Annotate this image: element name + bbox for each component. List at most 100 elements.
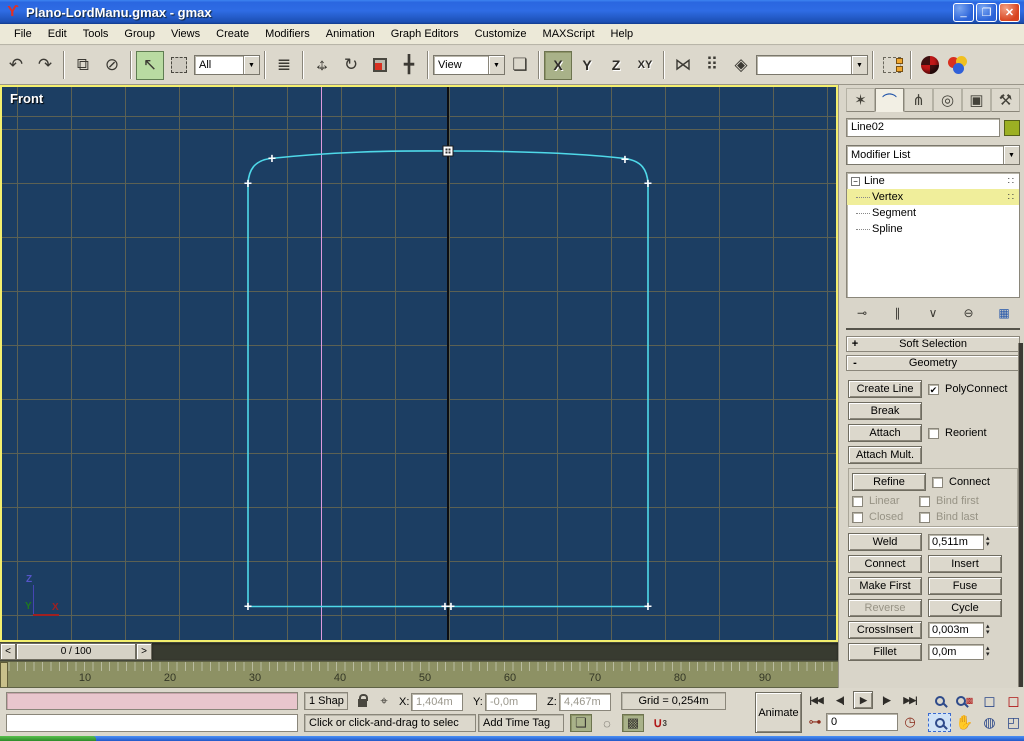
region-zoom-icon[interactable] (928, 713, 951, 732)
degradation-override-icon[interactable]: ❑ (570, 714, 592, 732)
attach-mult-button[interactable]: Attach Mult. (848, 446, 922, 464)
zoom-extents-icon[interactable]: ◻ (978, 691, 1001, 710)
cross-insert-spinner[interactable]: 0,003m ▴▾ (928, 622, 990, 638)
rectangular-selection-region-icon[interactable] (165, 51, 193, 80)
cross-insert-button[interactable]: CrossInsert (848, 621, 922, 639)
reference-coordinate-dropdown[interactable]: View ▼ (433, 55, 505, 75)
cycle-button[interactable]: Cycle (928, 599, 1002, 617)
fillet-spinner[interactable]: 0,0m ▴▾ (928, 644, 990, 660)
break-button[interactable]: Break (848, 402, 922, 420)
x-coordinate-field[interactable]: 1,404m (411, 693, 463, 711)
crossing-window-toggle-icon[interactable]: ▩ (622, 714, 644, 732)
mirror-icon[interactable]: ⋈ (669, 51, 697, 80)
create-line-button[interactable]: Create Line (848, 380, 922, 398)
unlink-selection-icon[interactable]: ⊘ (98, 51, 126, 80)
named-selection-sets-dropdown[interactable]: ▼ (756, 55, 868, 75)
menu-file[interactable]: File (6, 26, 40, 42)
spline-path[interactable] (248, 151, 648, 607)
select-by-name-icon[interactable]: ≣ (270, 51, 298, 80)
current-frame-marker[interactable] (0, 662, 8, 688)
tab-display-icon[interactable]: ▣ (962, 88, 991, 112)
maxscript-mini-listener-pink[interactable] (6, 692, 298, 710)
track-view-icon[interactable] (878, 51, 906, 80)
zoom-extents-all-icon[interactable]: ◻ (1002, 691, 1024, 710)
configure-modifier-sets-icon[interactable]: ▦ (994, 306, 1014, 320)
restrict-x-button[interactable]: X (544, 51, 572, 80)
select-and-scale-icon[interactable] (366, 51, 394, 80)
zoom-all-icon[interactable]: ▩ (953, 691, 976, 710)
next-frame-button[interactable]: |▶ (877, 691, 895, 709)
refine-button[interactable]: Refine (852, 473, 926, 491)
snap-3d-icon[interactable]: ∪3 (650, 714, 670, 732)
redo-icon[interactable]: ↷ (31, 51, 59, 80)
vertex-marker[interactable]: + (447, 601, 455, 611)
selection-filter-dropdown[interactable]: All ▼ (194, 55, 260, 75)
menu-maxscript[interactable]: MAXScript (535, 26, 603, 42)
selection-lock-icon[interactable] (352, 692, 372, 710)
restrict-y-button[interactable]: Y (573, 51, 601, 80)
connect-button[interactable]: Connect (848, 555, 922, 573)
vertex-marker[interactable]: + (268, 153, 276, 163)
time-slider-prev-button[interactable]: < (0, 643, 16, 660)
restrict-z-button[interactable]: Z (602, 51, 630, 80)
cross-insert-value-field[interactable]: 0,003m (928, 622, 984, 638)
render-icon[interactable] (945, 51, 973, 80)
weld-button[interactable]: Weld (848, 533, 922, 551)
chevron-down-icon[interactable]: ▼ (488, 56, 504, 74)
lock-stack-icon[interactable]: ∥ (888, 306, 908, 320)
menu-tools[interactable]: Tools (75, 26, 117, 42)
key-mode-icon[interactable]: ⊶ (805, 713, 825, 731)
rollout-soft-selection[interactable]: + Soft Selection (846, 336, 1020, 352)
fuse-button[interactable]: Fuse (928, 577, 1002, 595)
stack-item-segment[interactable]: Segment (847, 205, 1019, 221)
material-editor-icon[interactable] (916, 51, 944, 80)
current-frame-field[interactable]: 0 (826, 713, 898, 731)
pan-hand-icon[interactable]: ✋ (953, 713, 976, 732)
rollout-geometry[interactable]: - Geometry (846, 355, 1020, 371)
selected-vertex[interactable] (443, 146, 454, 157)
time-configuration-icon[interactable]: ◷ (900, 713, 920, 731)
object-name-field[interactable]: Line02 (846, 118, 1000, 137)
menu-animation[interactable]: Animation (318, 26, 383, 42)
chevron-down-icon[interactable]: ▼ (243, 56, 259, 74)
select-object-button[interactable]: ↖ (136, 51, 164, 80)
select-and-link-icon[interactable]: ⧉ (69, 51, 97, 80)
menu-help[interactable]: Help (603, 26, 642, 42)
add-time-tag[interactable]: Add Time Tag (478, 714, 564, 732)
y-coordinate-field[interactable]: -0,0m (485, 693, 537, 711)
expander-icon[interactable]: − (851, 177, 860, 186)
track-bar[interactable]: 10 20 30 40 50 60 70 80 90 100 (0, 661, 838, 688)
menu-create[interactable]: Create (208, 26, 257, 42)
pin-stack-icon[interactable]: ⊸ (852, 306, 872, 320)
selection-mode-icon[interactable]: ◌ (596, 714, 618, 732)
tab-hierarchy-icon[interactable]: ⋔ (904, 88, 933, 112)
arc-rotate-icon[interactable]: ◍ (978, 713, 1001, 732)
select-and-manipulate-icon[interactable]: ╋ (395, 51, 423, 80)
time-slider-next-button[interactable]: > (136, 643, 152, 660)
spinner-down-icon[interactable]: ▾ (986, 542, 990, 548)
stack-item-spline[interactable]: Spline (847, 221, 1019, 237)
vertex-marker[interactable]: + (244, 178, 252, 188)
show-end-result-icon[interactable]: ∨ (923, 306, 943, 320)
select-and-rotate-icon[interactable]: ↻ (337, 51, 365, 80)
attach-button[interactable]: Attach (848, 424, 922, 442)
weld-value-field[interactable]: 0,511m (928, 534, 984, 550)
select-and-move-icon[interactable]: ↔↕ (308, 51, 336, 80)
remove-modifier-icon[interactable]: ⊖ (959, 306, 979, 320)
insert-button[interactable]: Insert (928, 555, 1002, 573)
maxscript-mini-listener-white[interactable] (6, 714, 298, 732)
zoom-icon[interactable] (928, 691, 951, 710)
time-slider-handle[interactable]: 0 / 100 (16, 643, 136, 660)
spline-shape[interactable] (2, 87, 838, 642)
make-first-button[interactable]: Make First (848, 577, 922, 595)
tab-modify-icon[interactable]: ⌒ (875, 88, 904, 112)
go-to-end-button[interactable]: ▶▶| (899, 691, 921, 709)
time-slider-track[interactable] (152, 643, 838, 660)
restrict-xy-plane-button[interactable]: XY (631, 51, 659, 80)
restore-button[interactable]: ❐ (976, 3, 997, 22)
vertex-marker[interactable]: + (644, 601, 652, 611)
chevron-down-icon[interactable]: ▼ (851, 56, 867, 74)
minimize-button[interactable]: _ (953, 3, 974, 22)
fillet-button[interactable]: Fillet (848, 643, 922, 661)
go-to-start-button[interactable]: |◀◀ (805, 691, 827, 709)
